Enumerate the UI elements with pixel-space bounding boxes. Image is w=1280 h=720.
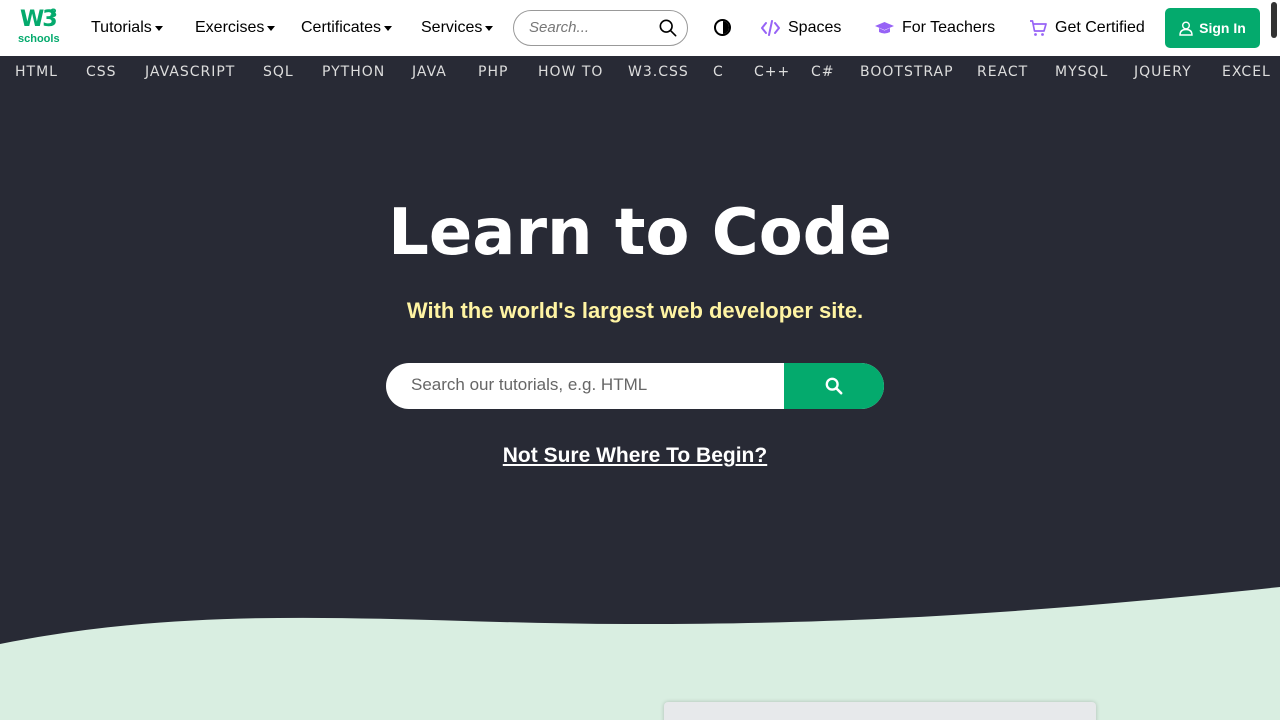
graduation-cap-icon xyxy=(875,22,894,34)
for-teachers-label: For Teachers xyxy=(902,19,996,36)
menu-certificates-label: Certificates xyxy=(301,19,382,36)
hero-title: Learn to Code xyxy=(388,196,892,270)
subject-link[interactable]: HOW TO xyxy=(538,64,603,80)
subject-link[interactable]: HTML xyxy=(15,64,58,80)
subject-link[interactable]: JAVA xyxy=(412,64,447,80)
menu-services-label: Services xyxy=(421,19,483,36)
sign-in-button[interactable]: Sign In xyxy=(1165,8,1260,48)
menu-certificates[interactable]: Certificates xyxy=(301,0,393,56)
subject-link[interactable]: JQUERY xyxy=(1134,64,1192,80)
get-certified-label: Get Certified xyxy=(1055,19,1145,36)
get-certified-link[interactable]: Get Certified xyxy=(1029,0,1145,56)
subject-link[interactable]: C xyxy=(713,64,724,80)
subject-link[interactable]: CSS xyxy=(86,64,117,80)
menu-services[interactable]: Services xyxy=(421,0,494,56)
wave-divider xyxy=(0,587,1280,720)
top-search-input[interactable] xyxy=(529,19,649,36)
subject-link[interactable]: PHP xyxy=(478,64,508,80)
subject-link[interactable]: EXCEL xyxy=(1222,64,1271,80)
search-icon xyxy=(825,377,843,395)
subject-link[interactable]: C# xyxy=(811,64,835,80)
for-teachers-link[interactable]: For Teachers xyxy=(875,0,995,56)
not-sure-link[interactable]: Not Sure Where To Begin? xyxy=(0,444,1270,468)
subject-link[interactable]: W3.CSS xyxy=(628,64,689,80)
menu-exercises[interactable]: Exercises xyxy=(195,0,276,56)
menu-exercises-label: Exercises xyxy=(195,19,265,36)
hero-subtitle: With the world's largest web developer s… xyxy=(406,298,864,323)
top-search-box xyxy=(513,10,688,46)
spaces-label: Spaces xyxy=(788,19,842,36)
w3schools-logo[interactable]: W3 3 schools xyxy=(18,6,60,47)
subject-link[interactable]: JAVASCRIPT xyxy=(145,64,235,80)
caret-down-icon xyxy=(485,25,494,31)
subject-link[interactable]: PYTHON xyxy=(322,64,385,80)
code-example-card xyxy=(664,702,1096,720)
user-icon xyxy=(1179,21,1193,36)
subject-link[interactable]: MYSQL xyxy=(1055,64,1108,80)
code-icon xyxy=(761,20,780,36)
menu-tutorials-label: Tutorials xyxy=(91,19,152,36)
top-navbar: W3 3 schools Tutorials Exercises Certifi… xyxy=(0,0,1280,56)
subject-link[interactable]: BOOTSTRAP xyxy=(860,64,954,80)
logo-subtext: schools xyxy=(18,33,60,45)
subject-link[interactable]: C++ xyxy=(754,64,790,80)
subject-navbar: HTML CSS JAVASCRIPT SQL PYTHON JAVA PHP … xyxy=(0,56,1280,88)
caret-down-icon xyxy=(154,25,163,31)
nav-scrollbar-thumb[interactable] xyxy=(1271,2,1277,38)
hero-search-box xyxy=(386,363,884,409)
caret-down-icon xyxy=(384,25,393,31)
hero-search-input[interactable] xyxy=(411,375,771,395)
caret-down-icon xyxy=(267,25,276,31)
hero-search-button[interactable] xyxy=(784,363,884,409)
dark-mode-toggle-icon[interactable] xyxy=(714,19,731,36)
subject-link[interactable]: SQL xyxy=(263,64,294,80)
menu-tutorials[interactable]: Tutorials xyxy=(91,0,163,56)
cart-icon xyxy=(1030,19,1047,36)
subject-link[interactable]: REACT xyxy=(977,64,1028,80)
spaces-link[interactable]: Spaces xyxy=(761,0,841,56)
search-icon[interactable] xyxy=(659,19,677,37)
logo-superscript: 3 xyxy=(50,6,57,20)
sign-in-label: Sign In xyxy=(1199,20,1246,36)
